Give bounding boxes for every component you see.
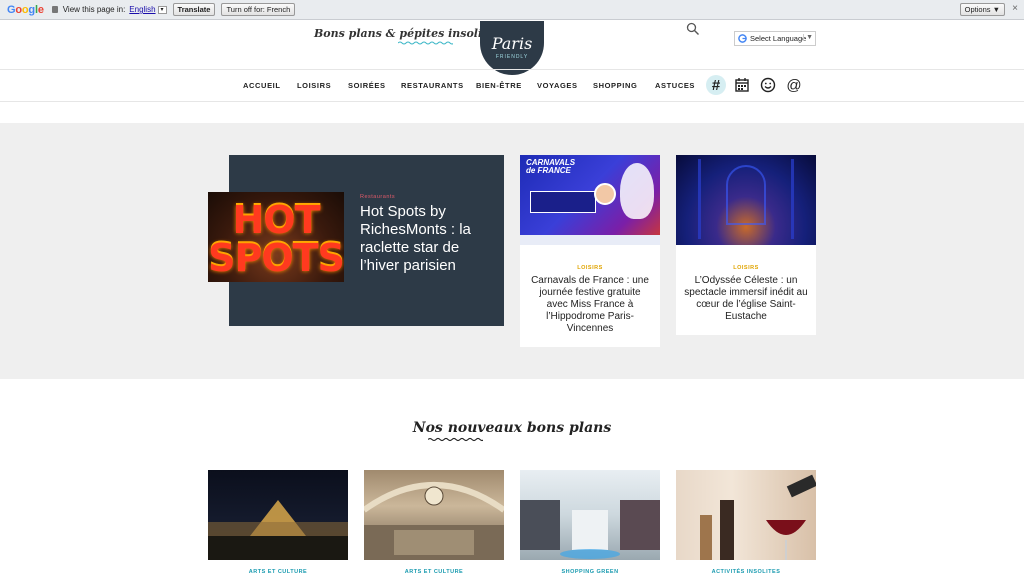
search-icon[interactable] <box>686 22 700 36</box>
hero-title[interactable]: Hot Spots by RichesMonts : la raclette s… <box>360 203 500 275</box>
language-dropdown-icon[interactable]: ▾ <box>157 5 167 14</box>
language-select[interactable]: Select Language ▼ <box>734 31 816 46</box>
turn-off-button[interactable]: Turn off for: French <box>221 3 296 16</box>
featured-card[interactable]: CARNAVALS de FRANCE LOISIRS Carnavals de … <box>520 155 660 347</box>
card-category[interactable]: LOISIRS <box>520 265 660 271</box>
deal-category[interactable]: SHOPPING GREEN <box>520 569 660 575</box>
card-image[interactable] <box>676 155 816 245</box>
featured-card[interactable]: LOISIRS L’Odyssée Céleste : un spectacle… <box>676 155 816 335</box>
card-title[interactable]: Carnavals de France : une journée festiv… <box>528 275 652 335</box>
card-title[interactable]: L’Odyssée Céleste : un spectacle immersi… <box>684 275 808 323</box>
language-select-label: Select Language <box>750 34 807 43</box>
nav-item-voyages[interactable]: VOYAGES <box>537 81 578 90</box>
nav-item-shopping[interactable]: SHOPPING <box>593 81 637 90</box>
card-image-footer <box>520 235 660 245</box>
nav-item-astuces[interactable]: ASTUCES <box>655 81 695 90</box>
logo-subtext: FRIENDLY <box>495 54 529 60</box>
card-image-title: CARNAVALS de FRANCE <box>526 158 576 175</box>
louvre-pyramid-image <box>208 500 348 560</box>
hero-category[interactable]: Restaurants <box>360 194 395 200</box>
lock-icon <box>51 6 58 13</box>
deal-image[interactable] <box>208 470 348 560</box>
nav-item-bien-etre[interactable]: BIEN-ÊTRE <box>476 81 522 90</box>
wave-decoration-icon <box>428 437 483 442</box>
google-logo: Google <box>7 3 44 16</box>
deal-image[interactable] <box>676 470 816 560</box>
options-button[interactable]: Options ▼ <box>959 3 1005 16</box>
deal-image[interactable] <box>364 470 504 560</box>
hero-image-text-1: HOT <box>232 198 320 242</box>
section-title: Nos nouveaux bons plans <box>412 420 612 436</box>
hashtag-icon[interactable]: # <box>706 75 726 95</box>
nav-item-restaurants[interactable]: RESTAURANTS <box>401 81 464 90</box>
nav-divider-bottom <box>0 101 1024 102</box>
hero-image-text-2: SPOTS <box>208 236 344 280</box>
featured-section <box>0 123 1024 379</box>
google-translate-bar: Google View this page in: English ▾ Tran… <box>0 0 1024 20</box>
nav-item-accueil[interactable]: ACCUEIL <box>243 81 281 90</box>
card-image-panel <box>530 191 596 213</box>
museum-hall-image <box>364 482 504 560</box>
wine-glass-image <box>700 474 816 560</box>
card-image-mask <box>620 163 654 219</box>
google-g-icon <box>738 34 747 43</box>
view-page-text: View this page in: <box>62 5 126 14</box>
clothing-store-image <box>520 500 660 559</box>
site-logo[interactable]: Paris FRIENDLY <box>480 21 544 75</box>
deal-category[interactable]: ARTS ET CULTURE <box>364 569 504 575</box>
calendar-icon[interactable] <box>732 75 752 95</box>
card-image-arch <box>726 165 766 225</box>
translate-button[interactable]: Translate <box>172 3 216 16</box>
nav-item-soirees[interactable]: SOIRÉES <box>348 81 386 90</box>
nav-divider-top <box>0 69 1024 70</box>
logo-text: Paris <box>491 34 533 53</box>
smiley-icon[interactable] <box>758 75 778 95</box>
language-link[interactable]: English <box>129 5 155 14</box>
main-nav: ACCUEIL LOISIRS SOIRÉES RESTAURANTS BIEN… <box>0 75 1024 95</box>
deal-image[interactable] <box>520 470 660 560</box>
nav-item-loisirs[interactable]: LOISIRS <box>297 81 331 90</box>
hero-image[interactable]: HOT SPOTS <box>208 192 344 282</box>
card-category[interactable]: LOISIRS <box>676 265 816 271</box>
deal-category[interactable]: ACTIVITÉS INSOLITES <box>676 569 816 575</box>
card-image[interactable]: CARNAVALS de FRANCE <box>520 155 660 245</box>
deal-category[interactable]: ARTS ET CULTURE <box>208 569 348 575</box>
chevron-down-icon: ▼ <box>803 34 813 41</box>
at-icon[interactable]: @ <box>784 75 804 95</box>
close-icon[interactable]: × <box>1012 4 1018 14</box>
card-image-portrait <box>594 183 616 205</box>
site-tagline: Bons plans & pépites insolites <box>314 27 501 40</box>
wave-decoration-icon <box>398 41 453 45</box>
